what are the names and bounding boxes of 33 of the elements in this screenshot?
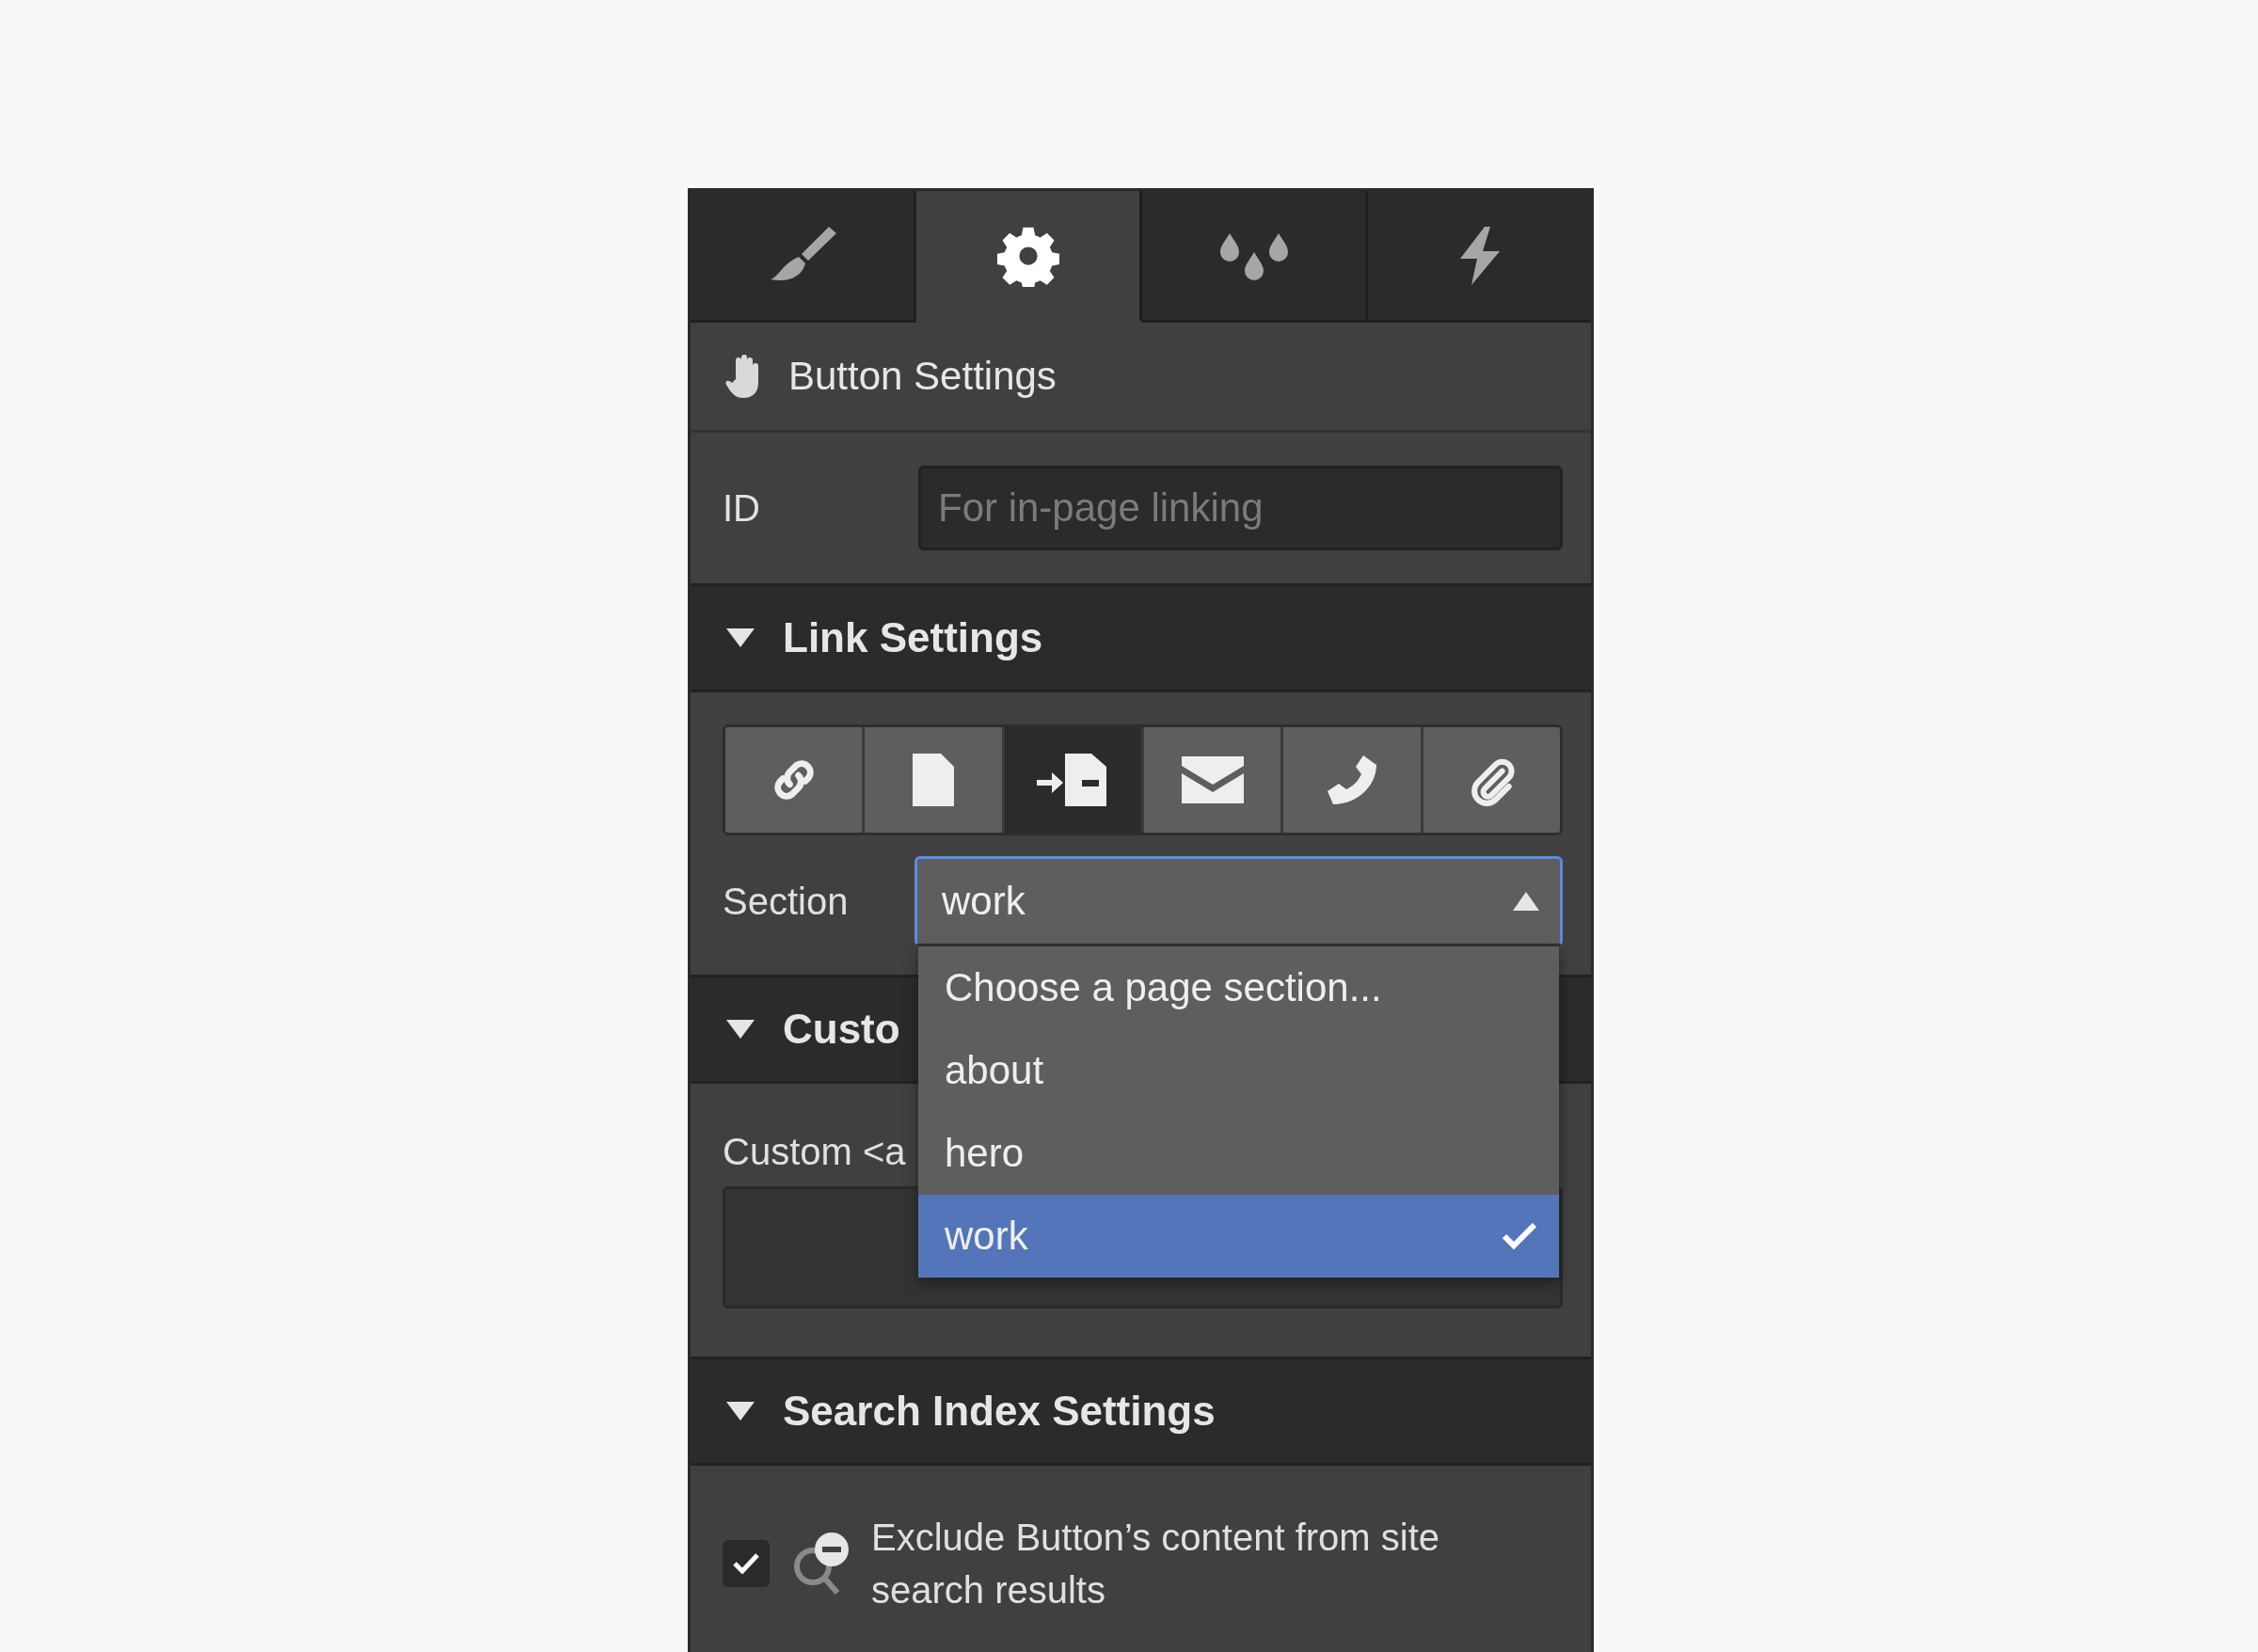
section-title: Search Index Settings: [783, 1388, 1216, 1435]
link-type-phone[interactable]: [1283, 727, 1423, 833]
checkmark-icon: [1503, 1223, 1536, 1249]
link-type-section[interactable]: [1004, 727, 1144, 833]
section-title: Custo: [783, 1006, 900, 1053]
section-header[interactable]: Search Index Settings: [691, 1357, 1591, 1466]
dropdown-option[interactable]: about: [918, 1029, 1559, 1112]
exclude-label: Exclude Button’s content from site search results: [871, 1516, 1441, 1612]
lightning-tab[interactable]: [1368, 191, 1591, 323]
brush-tab[interactable]: [691, 191, 916, 323]
element-title: Button Settings: [788, 354, 1057, 399]
section-label: Section: [723, 880, 850, 923]
page-icon: [913, 754, 954, 806]
attribute-label: Custom <a: [723, 1131, 906, 1173]
link-type-email[interactable]: [1144, 727, 1284, 833]
drops-tab[interactable]: [1142, 191, 1368, 323]
dropdown-option[interactable]: hero: [918, 1112, 1559, 1195]
id-label: ID: [723, 486, 761, 530]
link-type-page[interactable]: [865, 727, 1005, 833]
link-type-file[interactable]: [1423, 727, 1560, 833]
checkbox[interactable]: [723, 1540, 770, 1587]
phone-icon: [1325, 754, 1378, 806]
section-header[interactable]: Link Settings: [691, 583, 1591, 692]
dropdown-option[interactable]: work: [918, 1195, 1559, 1278]
id-field[interactable]: For in-page linking: [918, 466, 1563, 550]
checkmark-icon: [732, 1552, 760, 1575]
arrow-into-page-icon: [1037, 754, 1109, 806]
section-select[interactable]: work: [914, 856, 1563, 946]
caret-icon: [1513, 892, 1539, 911]
envelope-icon: [1181, 756, 1244, 803]
link-type-url[interactable]: [725, 727, 866, 833]
dropdown-option[interactable]: Choose a page section...: [918, 946, 1559, 1029]
section-title: Link Settings: [783, 614, 1043, 661]
